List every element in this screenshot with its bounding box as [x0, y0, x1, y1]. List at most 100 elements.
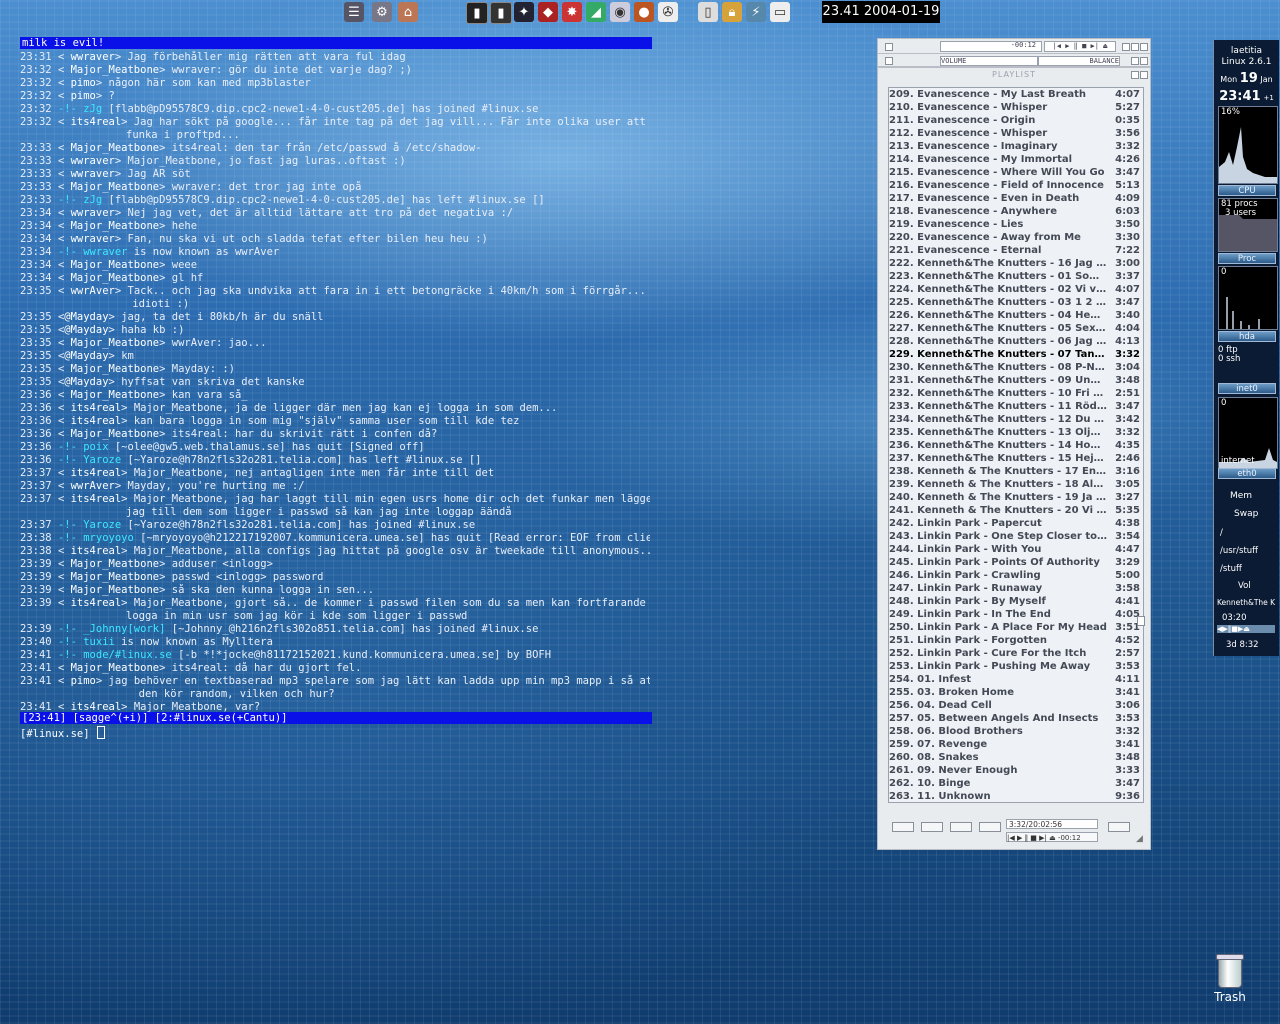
playlist-track[interactable]: 255. 03. Broken Home 3:41	[889, 686, 1143, 699]
xmms-equalizer-window[interactable]: VOLUME BALANCE	[877, 53, 1151, 67]
irc-nick[interactable]: Major_Meatbone	[71, 363, 160, 375]
playlist-track[interactable]: 263. 11. Unknown 9:36	[889, 790, 1143, 802]
irc-nick[interactable]: its4real	[71, 415, 122, 427]
playlist-track[interactable]: 262. 10. Binge 3:47	[889, 777, 1143, 790]
irc-nick[interactable]: wwraver	[71, 51, 115, 63]
irc-nick[interactable]: its4real	[71, 402, 122, 414]
eq-close-button[interactable]	[1140, 57, 1148, 65]
playlist-track[interactable]: 211. Evanescence - Origin 0:35	[889, 114, 1143, 127]
playlist-track[interactable]: 253. Linkin Park - Pushing Me Away 3:53	[889, 660, 1143, 673]
playlist-track[interactable]: 250. Linkin Park - A Place For My Head 3:…	[889, 621, 1143, 634]
playlist-track[interactable]: 230. Kenneth&The Knutters - 08 P-Nissar 3…	[889, 361, 1143, 374]
playlist-track[interactable]: 260. 08. Snakes 3:48	[889, 751, 1143, 764]
playlist-track[interactable]: 223. Kenneth&The Knutters - 01 Som en r.…	[889, 270, 1143, 283]
xmms-menu-button[interactable]	[885, 43, 893, 51]
irc-terminal[interactable]: milk is evil! 23:31 < wwraver> Jag förbe…	[20, 37, 652, 742]
playlist-track[interactable]: 224. Kenneth&The Knutters - 02 Vi vill h…	[889, 283, 1143, 296]
playlist-track[interactable]: 244. Linkin Park - With You 4:47	[889, 543, 1143, 556]
irc-nick[interactable]: Major_Meatbone	[71, 571, 160, 583]
home-icon[interactable]: ⌂	[398, 2, 418, 22]
playlist-track[interactable]: 209. Evanescence - My Last Breath 4:07	[889, 88, 1143, 101]
playlist-track[interactable]: 243. Linkin Park - One Step Closer to Yo…	[889, 530, 1143, 543]
playlist-track[interactable]: 257. 05. Between Angels And Insects 3:53	[889, 712, 1143, 725]
irc-nick[interactable]: Major_Meatbone	[71, 220, 160, 232]
trash-desktop-icon[interactable]: Trash	[1206, 954, 1254, 1010]
playlist-track[interactable]: 251. Linkin Park - Forgotten 4:52	[889, 634, 1143, 647]
movie-icon[interactable]: ●	[634, 2, 654, 22]
irc-nick[interactable]: poix	[83, 441, 108, 453]
playlist-track[interactable]: 216. Evanescence - Field of Innocence 5:1…	[889, 179, 1143, 192]
playlist-track[interactable]: 240. Kenneth & The Knutters - 19 Ja ja j…	[889, 491, 1143, 504]
playlist-track[interactable]: 228. Kenneth&The Knutters - 06 Jag vill …	[889, 335, 1143, 348]
lock-icon[interactable]: 🔒︎	[722, 2, 742, 22]
xmms-transport-controls[interactable]: |◀ ▶ ‖ ■ ▶| ⏏	[1044, 41, 1116, 52]
playlist-track[interactable]: 237. Kenneth&The Knutters - 15 Hej se p.…	[889, 452, 1143, 465]
playlist-track[interactable]: 247. Linkin Park - Runaway 3:58	[889, 582, 1143, 595]
eq-volume-slider[interactable]: VOLUME	[940, 56, 1038, 66]
playlist-track[interactable]: 254. 01. Infest 4:11	[889, 673, 1143, 686]
mozilla-icon[interactable]: ✸	[562, 2, 582, 22]
menu-icon[interactable]: ☰	[344, 2, 364, 22]
terminal-icon[interactable]: ▮	[466, 2, 488, 24]
resize-grip-icon[interactable]: ◢	[1136, 834, 1143, 844]
playlist-track[interactable]: 227. Kenneth&The Knutters - 05 Sexma... 4…	[889, 322, 1143, 335]
irc-nick[interactable]: mode/#linux.se	[83, 649, 172, 661]
irc-nick[interactable]: wwraver	[71, 233, 115, 245]
irc-nick[interactable]: Major_Meatbone	[71, 142, 160, 154]
playlist-track[interactable]: 212. Evanescence - Whisper 3:56	[889, 127, 1143, 140]
playlist-track-current[interactable]: 229. Kenneth&The Knutters - 07 Tankad, .…	[889, 348, 1143, 361]
irc-nick[interactable]: its4real	[71, 467, 122, 479]
playlist-track[interactable]: 222. Kenneth&The Knutters - 16 Jag kan .…	[889, 257, 1143, 270]
playlist-scrollbar[interactable]	[1137, 616, 1145, 626]
playlist-track[interactable]: 232. Kenneth&The Knutters - 10 Fri fart 2…	[889, 387, 1143, 400]
playlist-track[interactable]: 233. Kenneth&The Knutters - 11 Rödljus..…	[889, 400, 1143, 413]
playlist-track[interactable]: 235. Kenneth&The Knutters - 13 Oljad bli…	[889, 426, 1143, 439]
playlist-track[interactable]: 248. Linkin Park - By Myself 4:41	[889, 595, 1143, 608]
playlist-mini-controls[interactable]: |◀ ▶ ‖ ■ ▶| ⏏ -00:12	[1006, 832, 1098, 842]
irc-nick[interactable]: tuxii	[83, 636, 115, 648]
playlist-add-button[interactable]	[892, 822, 914, 832]
gk-xmms-controls[interactable]: ◀▶‖■▶⏏	[1217, 625, 1275, 633]
network-icon[interactable]: ⚡	[746, 2, 766, 22]
irc-nick[interactable]: @Mayday	[64, 376, 108, 388]
irc-nick[interactable]: _Johnny[work]	[83, 623, 165, 635]
playlist-track[interactable]: 249. Linkin Park - In The End 4:05	[889, 608, 1143, 621]
playlist-track[interactable]: 252. Linkin Park - Cure For the Itch 2:57	[889, 647, 1143, 660]
irc-nick[interactable]: pimo	[71, 77, 96, 89]
playlist-track[interactable]: 236. Kenneth&The Knutters - 14 Hon sitte…	[889, 439, 1143, 452]
playlist-track[interactable]: 245. Linkin Park - Points Of Authority 3:…	[889, 556, 1143, 569]
playlist-track[interactable]: 218. Evanescence - Anywhere 6:03	[889, 205, 1143, 218]
playlist-track[interactable]: 225. Kenneth&The Knutters - 03 1 2 3 4 .…	[889, 296, 1143, 309]
irc-nick[interactable]: its4real	[71, 493, 122, 505]
playlist-remove-button[interactable]	[921, 822, 943, 832]
irc-nick[interactable]: Major_Meatbone	[71, 389, 160, 401]
irc-nick[interactable]: Major_Meatbone	[71, 558, 160, 570]
playlist-track[interactable]: 234. Kenneth&The Knutters - 12 Du vibrer…	[889, 413, 1143, 426]
irc-nick[interactable]: Major_Meatbone	[71, 337, 160, 349]
irc-nick[interactable]: its4real	[71, 116, 122, 128]
eq-shade-button[interactable]	[1131, 57, 1139, 65]
playlist-track[interactable]: 259. 07. Revenge 3:41	[889, 738, 1143, 751]
irc-nick[interactable]: Major_Meatbone	[71, 584, 160, 596]
irc-nick[interactable]: @Mayday	[64, 350, 108, 362]
irc-nick[interactable]: Major_Meatbone	[71, 64, 160, 76]
playlist-list-button[interactable]	[1108, 822, 1130, 832]
irc-nick[interactable]: @Mayday	[64, 324, 108, 336]
playlist-track[interactable]: 226. Kenneth&The Knutters - 04 Hem till.…	[889, 309, 1143, 322]
playlist-misc-button[interactable]	[979, 822, 1001, 832]
irc-nick[interactable]: Major_Meatbone	[71, 272, 160, 284]
playlist-track[interactable]: 213. Evanescence - Imaginary 3:32	[889, 140, 1143, 153]
xmms-shade-button[interactable]	[1131, 43, 1139, 51]
playlist-track[interactable]: 215. Evanescence - Where Will You Go 3:47	[889, 166, 1143, 179]
console-icon[interactable]: ▮	[490, 2, 512, 24]
irc-nick[interactable]: wwraver	[83, 246, 127, 258]
clipboard-icon[interactable]: ▯	[698, 2, 718, 22]
playlist-track[interactable]: 242. Linkin Park - Papercut 4:38	[889, 517, 1143, 530]
playlist-track[interactable]: 221. Evanescence - Eternal 7:22	[889, 244, 1143, 257]
irc-nick[interactable]: its4real	[71, 545, 122, 557]
playlist-track[interactable]: 214. Evanescence - My Immortal 4:26	[889, 153, 1143, 166]
irc-nick[interactable]: pimo	[71, 675, 96, 687]
xmms-minimize-button[interactable]	[1122, 43, 1130, 51]
playlist-track[interactable]: 258. 06. Blood Brothers 3:32	[889, 725, 1143, 738]
playlist-track[interactable]: 239. Kenneth & The Knutters - 18 Algjakt…	[889, 478, 1143, 491]
